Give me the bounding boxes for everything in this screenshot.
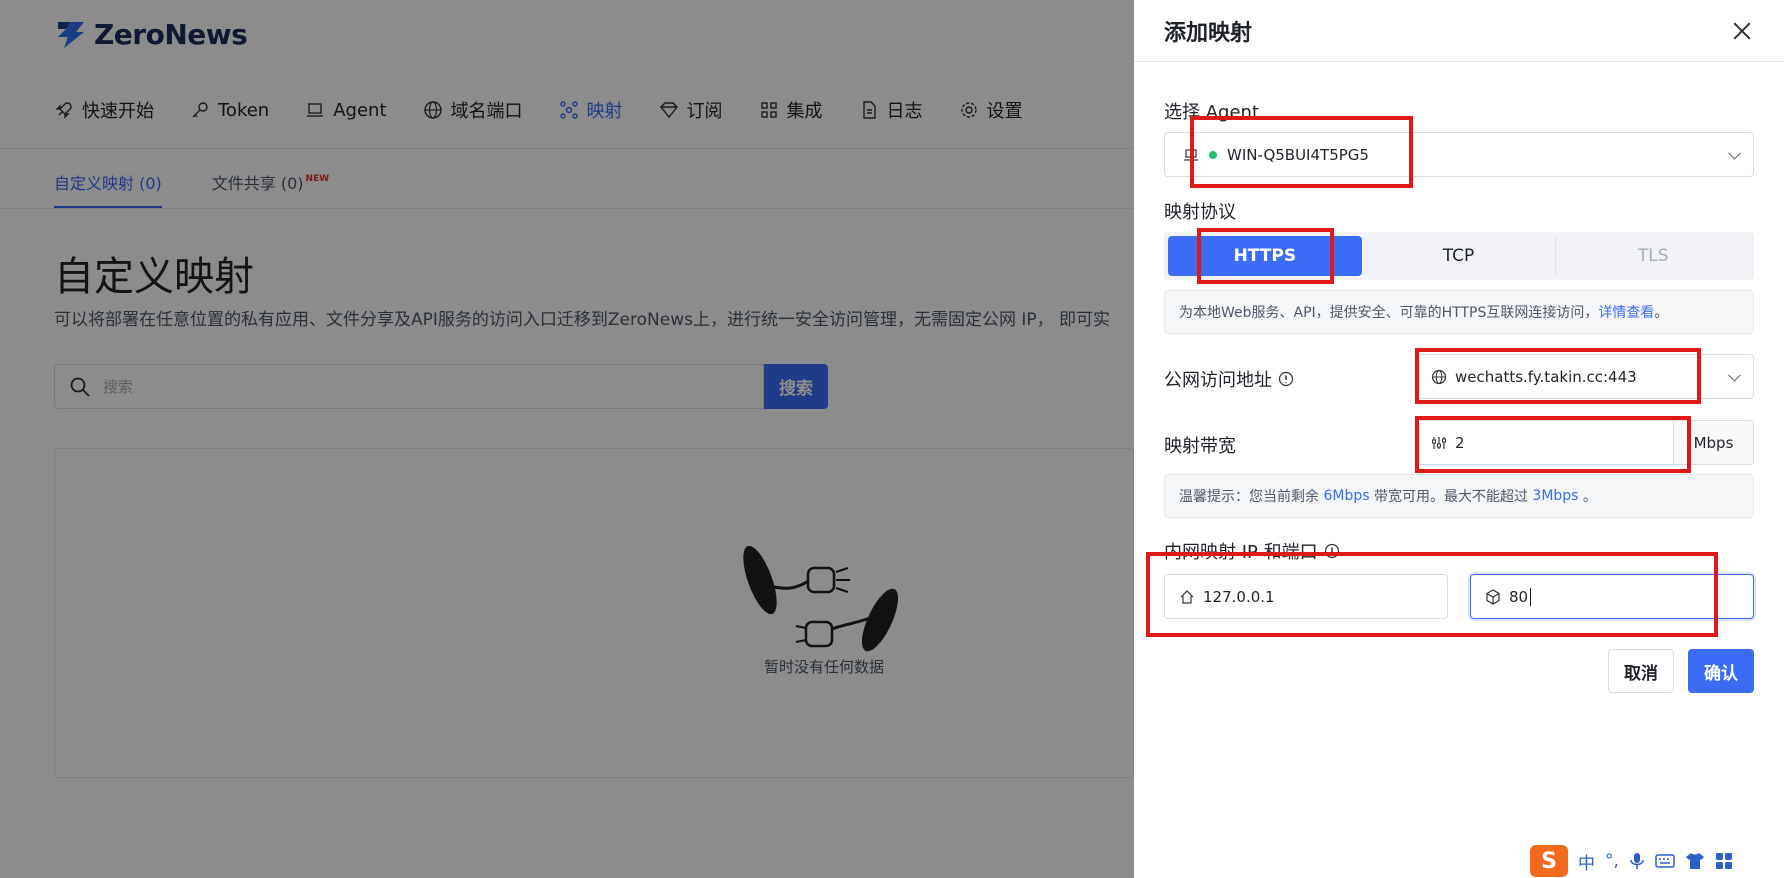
annotation-box-bandwidth bbox=[1415, 416, 1691, 473]
protocol-option-tcp[interactable]: TCP bbox=[1362, 236, 1556, 276]
ime-language[interactable]: 中 bbox=[1578, 849, 1595, 874]
chevron-down-icon bbox=[1728, 146, 1741, 160]
ime-toolbar: S 中 °, bbox=[1530, 844, 1733, 878]
address-label-row: 公网访问地址 bbox=[1164, 366, 1294, 392]
ime-punctuation[interactable]: °, bbox=[1605, 851, 1619, 871]
drawer-header: 添加映射 bbox=[1134, 0, 1784, 62]
annotation-box-protocol bbox=[1197, 228, 1334, 284]
tip-middle: 带宽可用。最大不能超过 bbox=[1369, 489, 1533, 505]
bandwidth-tip-box: 温馨提示：您当前剩余 6Mbps 带宽可用。最大不能超过 3Mbps 。 bbox=[1164, 474, 1754, 518]
tip-prefix: 温馨提示：您当前剩余 bbox=[1179, 489, 1324, 505]
tip-max: 3Mbps bbox=[1532, 488, 1579, 504]
address-label: 公网访问地址 bbox=[1164, 370, 1272, 391]
annotation-box-ip-port bbox=[1146, 552, 1718, 637]
protocol-info-text: 为本地Web服务、API，提供安全、可靠的HTTPS互联网连接访问， bbox=[1179, 305, 1599, 321]
bandwidth-label: 映射带宽 bbox=[1164, 436, 1236, 457]
drawer-title: 添加映射 bbox=[1164, 20, 1253, 46]
apps-grid-icon[interactable] bbox=[1715, 852, 1733, 870]
microphone-icon[interactable] bbox=[1629, 852, 1645, 870]
chevron-down-icon bbox=[1728, 368, 1741, 382]
modal-overlay[interactable] bbox=[0, 0, 1134, 878]
info-circle-icon[interactable] bbox=[1278, 371, 1294, 387]
confirm-button[interactable]: 确认 bbox=[1688, 649, 1754, 693]
details-link[interactable]: 详情查看 bbox=[1598, 302, 1654, 322]
protocol-option-tls[interactable]: TLS bbox=[1555, 236, 1750, 276]
keyboard-icon[interactable] bbox=[1655, 853, 1675, 869]
shirt-icon[interactable] bbox=[1685, 852, 1705, 870]
protocol-info-box: 为本地Web服务、API，提供安全、可靠的HTTPS互联网连接访问， 详情查看。 bbox=[1164, 290, 1754, 334]
protocol-label: 映射协议 bbox=[1164, 202, 1236, 223]
annotation-box-address bbox=[1415, 348, 1701, 404]
protocol-info-end: 。 bbox=[1654, 305, 1669, 321]
tip-end: 。 bbox=[1578, 489, 1597, 505]
close-icon[interactable] bbox=[1730, 19, 1754, 43]
annotation-box-agent bbox=[1190, 116, 1413, 188]
tip-remaining: 6Mbps bbox=[1323, 488, 1370, 504]
sogou-logo-icon[interactable]: S bbox=[1530, 845, 1568, 877]
cancel-button[interactable]: 取消 bbox=[1608, 649, 1674, 693]
